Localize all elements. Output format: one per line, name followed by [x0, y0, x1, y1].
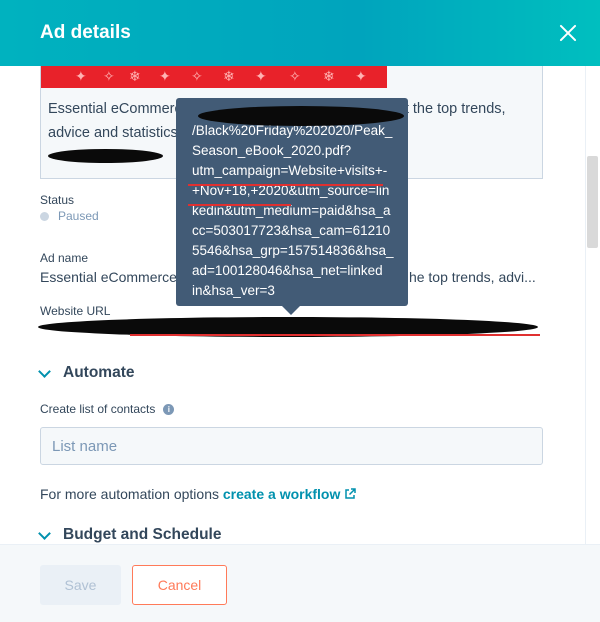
scrollbar-thumb[interactable]	[587, 156, 598, 248]
ad-name-label: Ad name	[40, 251, 89, 265]
tooltip-line: ad=100128046&hsa_net=linked	[192, 263, 383, 278]
ad-text-line1-end: t the top trends,	[404, 101, 506, 117]
status-label: Status	[40, 193, 75, 207]
info-icon[interactable]: i	[163, 404, 175, 415]
modal-header: Ad details	[0, 0, 600, 66]
list-label-text: Create list of contacts	[40, 402, 156, 416]
status-text: Paused	[58, 209, 99, 223]
website-url-label: Website URL	[40, 304, 111, 318]
annotation-underline	[188, 204, 291, 206]
modal-title: Ad details	[40, 22, 131, 43]
cancel-button[interactable]: Cancel	[132, 565, 227, 605]
automate-heading: Automate	[63, 364, 135, 381]
automation-note-text: For more automation options	[40, 486, 219, 502]
save-button[interactable]: Save	[40, 565, 121, 605]
tooltip-line: utm_campaign=Website+visits+-	[192, 163, 388, 178]
create-workflow-link-text: create a workflow	[222, 486, 341, 502]
automate-section-toggle[interactable]: Automate	[38, 364, 134, 382]
url-tooltip: /Black%20Friday%202020/Peak_ Season_eBoo…	[176, 98, 408, 315]
tooltip-line: cc=503017723&hsa_cam=61210	[192, 223, 391, 238]
tooltip-line: Season_eBook_2020.pdf?	[192, 143, 352, 158]
scrollbar-track[interactable]	[585, 66, 600, 544]
ad-name-end: he top trends, advi...	[408, 269, 536, 285]
external-link-icon	[345, 488, 357, 499]
tooltip-line: 5546&hsa_grp=157514836&hsa_	[192, 243, 394, 258]
list-name-input[interactable]	[40, 427, 543, 465]
ad-text-line1-start: Essential eCommerce	[48, 101, 190, 117]
status-value: Paused	[40, 209, 99, 223]
chevron-down-icon	[38, 526, 51, 540]
automation-note: For more automation options create a wor…	[40, 486, 357, 502]
close-icon[interactable]	[556, 21, 580, 45]
annotation-underline	[188, 184, 383, 186]
tooltip-line: in&hsa_ver=3	[192, 283, 275, 298]
ad-preview-image: ✦ ✧ ❄ ✦ ✧ ❄ ✦ ✧ ❄ ✦	[41, 66, 387, 88]
create-workflow-link[interactable]: create a workflow	[223, 486, 357, 502]
status-dot-icon	[40, 211, 49, 221]
ad-name-start: Essential eCommerce	[40, 269, 177, 285]
redaction-mark	[48, 149, 163, 163]
redaction-mark	[198, 106, 404, 126]
budget-heading: Budget and Schedule	[63, 526, 222, 543]
list-label: Create list of contacts i	[40, 402, 175, 416]
modal-footer: Save Cancel	[0, 544, 600, 622]
redaction-underline	[130, 334, 540, 336]
chevron-down-icon	[38, 364, 51, 378]
budget-section-toggle[interactable]: Budget and Schedule	[38, 526, 221, 544]
